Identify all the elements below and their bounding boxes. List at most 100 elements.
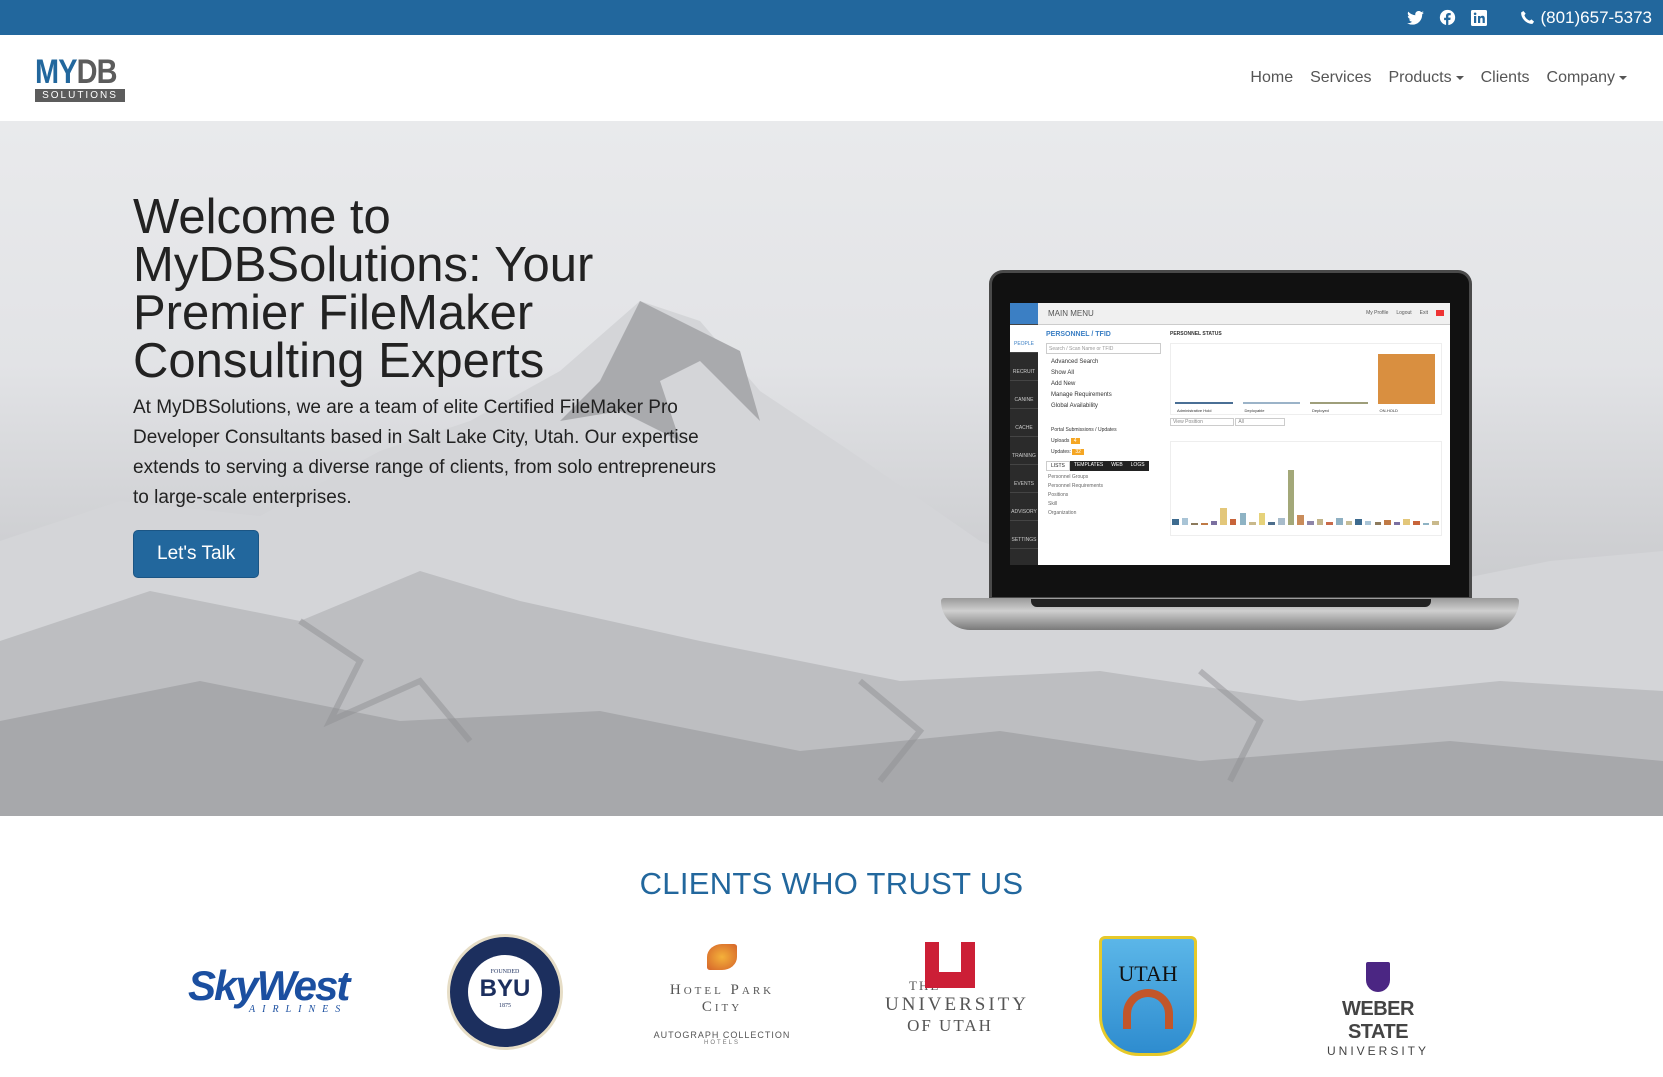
- logo-text: HOTELS: [703, 1040, 740, 1046]
- app-sidebar-item: RECRUIT: [1010, 353, 1038, 381]
- status-bar: [1242, 402, 1300, 404]
- utah-task-force-patch: UTAH: [1099, 936, 1197, 1056]
- position-bar: [1181, 517, 1189, 525]
- clients-section: CLIENTS WHO TRUST US SkyWest AIRLINES FO…: [0, 816, 1663, 1058]
- shield-icon: [1366, 962, 1390, 992]
- position-bar: [1355, 518, 1362, 525]
- position-bar: [1403, 519, 1411, 525]
- app-tab: LOGS: [1126, 461, 1149, 471]
- app-sidebar-item: ADVISORY: [1010, 493, 1038, 521]
- skywest-logo: SkyWest AIRLINES: [188, 962, 350, 1015]
- status-bar: [1175, 402, 1233, 404]
- nav-services[interactable]: Services: [1310, 69, 1371, 87]
- twitter-icon[interactable]: [1406, 9, 1424, 27]
- position-bar: [1172, 518, 1179, 525]
- positions-chart: [1170, 441, 1442, 536]
- logo-text: AUTOGRAPH COLLECTION: [653, 1030, 791, 1040]
- app-link: Exit: [1419, 310, 1428, 316]
- app-action: Global Availability: [1051, 403, 1098, 409]
- app-sidebar-item: CACHE: [1010, 409, 1038, 437]
- logo-text: BYU: [479, 975, 531, 1002]
- nav-company-dropdown[interactable]: Company: [1547, 69, 1627, 87]
- app-action: Show All: [1051, 370, 1075, 376]
- phone-icon: [1518, 9, 1536, 27]
- hero-title: Welcome to MyDBSolutions: Your Premier F…: [133, 190, 594, 388]
- nav-label: Clients: [1480, 69, 1530, 86]
- app-list-item: Organization: [1048, 510, 1077, 516]
- position-bar: [1432, 520, 1439, 525]
- hero-section: Welcome to MyDBSolutions: Your Premier F…: [0, 121, 1663, 816]
- nav-label: Company: [1546, 69, 1615, 86]
- position-bar: [1297, 514, 1304, 525]
- app-search: Search / Scan Name or TFID: [1046, 343, 1161, 354]
- nav-label: Products: [1388, 69, 1452, 86]
- hero-description: At MyDBSolutions, we are a team of elite…: [133, 397, 716, 508]
- status-bar-label: Deployable: [1244, 408, 1265, 413]
- app-badge: 32: [1072, 449, 1084, 455]
- app-link: Logout: [1396, 310, 1412, 316]
- logo-text-my: MY: [35, 52, 78, 91]
- status-bar-label: ON-HOLD: [1379, 408, 1398, 413]
- position-bar: [1268, 522, 1276, 525]
- app-badge: 4: [1070, 438, 1080, 444]
- phone-number: (801)657-5373: [1540, 7, 1652, 27]
- lets-talk-button[interactable]: Let's Talk: [133, 530, 260, 578]
- position-bar: [1374, 521, 1382, 525]
- byu-logo: FOUNDED BYU 1875: [447, 934, 563, 1050]
- position-bar: [1326, 521, 1333, 525]
- linkedin-icon[interactable]: [1470, 9, 1488, 27]
- facebook-icon[interactable]: [1438, 9, 1456, 27]
- position-bar: [1307, 520, 1314, 525]
- nav-home[interactable]: Home: [1250, 69, 1293, 87]
- logo-text: UNIVERSITY: [885, 994, 1029, 1015]
- youtube-icon: [1436, 310, 1444, 316]
- status-bar: [1310, 402, 1368, 404]
- clients-heading: CLIENTS WHO TRUST US: [639, 866, 1024, 901]
- logo-text: 1875: [499, 1003, 511, 1009]
- position-bar: [1191, 523, 1198, 525]
- position-bar: [1345, 521, 1353, 525]
- position-bar: [1278, 518, 1285, 525]
- mydb-logo[interactable]: MYDB SOLUTIONS: [35, 55, 125, 102]
- status-bar-label: Deployed: [1312, 408, 1329, 413]
- app-list-item: Personnel Groups: [1048, 474, 1089, 480]
- position-bar: [1393, 522, 1401, 525]
- nav-label: Services: [1310, 69, 1372, 86]
- position-bar: [1364, 520, 1372, 525]
- logo-text: WEBER STATE: [1342, 998, 1414, 1043]
- position-bar: [1413, 521, 1420, 525]
- app-header-title: MAIN MENU: [1048, 309, 1094, 318]
- main-menu: Home Services Products Clients Company: [1250, 69, 1627, 87]
- app-uploads: Uploads: [1051, 438, 1070, 444]
- logo-text: UNIVERSITY: [1326, 1044, 1429, 1058]
- position-bar: [1229, 518, 1237, 525]
- position-bar: [1335, 517, 1343, 525]
- position-bar: [1200, 523, 1208, 525]
- app-list-item: Personnel Requirements: [1048, 483, 1104, 489]
- university-of-utah-logo: THE UNIVERSITY OF UTAH: [885, 942, 1029, 1036]
- position-bar: [1249, 521, 1256, 525]
- leaf-icon: [707, 944, 737, 970]
- caret-down-icon: [1455, 76, 1464, 80]
- app-tab: TEMPLATES: [1069, 461, 1108, 471]
- position-bar: [1220, 507, 1227, 525]
- phone-link[interactable]: (801)657-5373: [1518, 8, 1652, 28]
- position-bar: [1384, 520, 1391, 525]
- logo-text-db: DB: [76, 52, 118, 91]
- position-bar: [1258, 512, 1266, 525]
- logo-subtext: SOLUTIONS: [35, 88, 125, 102]
- app-select: View Position: [1170, 418, 1234, 426]
- app-sidebar-item: SETTINGS: [1010, 521, 1038, 549]
- app-sidebar-item: TRAINING: [1010, 437, 1038, 465]
- nav-clients[interactable]: Clients: [1481, 69, 1530, 87]
- navbar: MYDB SOLUTIONS Home Services Products Cl…: [0, 35, 1663, 121]
- block-u-icon: [925, 942, 975, 988]
- status-bar: [1377, 354, 1435, 404]
- laptop-app-screenshot: PEOPLE RECRUIT CANINE CACHE TRAINING EVE…: [941, 270, 1519, 645]
- caret-down-icon: [1619, 76, 1627, 80]
- position-bar: [1239, 512, 1247, 525]
- nav-products-dropdown[interactable]: Products: [1388, 69, 1464, 87]
- app-select: All: [1235, 418, 1285, 426]
- app-link: My Profile: [1366, 310, 1389, 316]
- weber-state-logo: WEBER STATE UNIVERSITY: [1318, 962, 1438, 1058]
